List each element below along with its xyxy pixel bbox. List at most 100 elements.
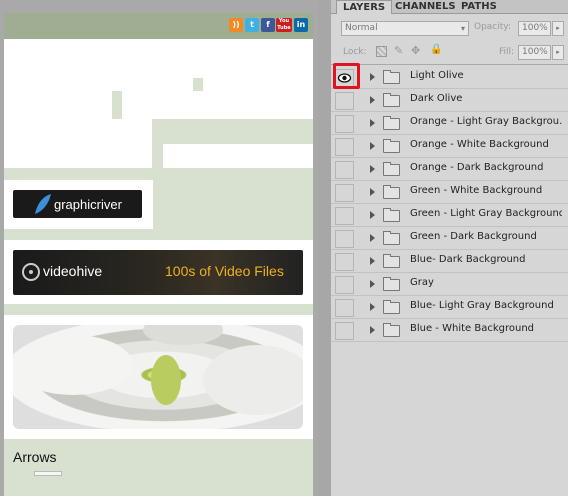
lock-transparent-icon[interactable]: [376, 46, 387, 57]
canvas-area: )) t f You Tube in graphicriver videohiv…: [0, 0, 318, 496]
header-block-left: [4, 78, 193, 91]
folder-icon: [383, 254, 400, 268]
lock-paint-icon[interactable]: ✎: [394, 44, 403, 57]
expand-arrow-icon[interactable]: [370, 119, 375, 127]
layer-name: Green - White Background: [410, 185, 543, 196]
linkedin-icon[interactable]: in: [294, 18, 308, 32]
layer-row[interactable]: Blue- Dark Background: [331, 250, 568, 273]
layer-name: Orange - Light Gray Backgrou...: [410, 116, 562, 127]
flower-image: [13, 325, 303, 429]
layer-visibility-toggle[interactable]: [335, 161, 354, 179]
layer-row[interactable]: Light Olive: [331, 66, 568, 89]
arrows-heading: Arrows: [13, 449, 57, 465]
opacity-label: Opacity:: [474, 22, 511, 32]
twitter-icon[interactable]: t: [245, 18, 259, 32]
opacity-slider-button[interactable]: ▸: [552, 21, 564, 36]
chevron-down-icon: ▾: [460, 24, 465, 33]
expand-arrow-icon[interactable]: [370, 280, 375, 288]
videohive-label: videohive: [43, 263, 103, 279]
layer-visibility-toggle[interactable]: [335, 322, 354, 340]
site-header-bar: )) t f You Tube in: [4, 13, 313, 39]
layer-name: Green - Dark Background: [410, 231, 537, 242]
layer-row[interactable]: Gray: [331, 273, 568, 296]
youtube-icon[interactable]: You Tube: [276, 18, 292, 32]
layer-name: Light Olive: [410, 70, 464, 81]
expand-arrow-icon[interactable]: [370, 142, 375, 150]
nav-block: [4, 119, 152, 168]
folder-icon: [383, 162, 400, 176]
opacity-field[interactable]: 100%: [518, 21, 551, 36]
layers-list: [331, 64, 568, 65]
flower-center: [151, 355, 181, 405]
arrows-bar: [34, 471, 62, 476]
fill-label: Fill:: [499, 47, 515, 57]
folder-icon: [383, 231, 400, 245]
panel-tabs: LAYERS CHANNELS PATHS: [331, 0, 568, 14]
layer-visibility-toggle[interactable]: [335, 230, 354, 248]
folder-icon: [383, 323, 400, 337]
film-reel-icon: [22, 263, 40, 281]
layer-row[interactable]: Green - White Background: [331, 181, 568, 204]
layer-visibility-toggle[interactable]: [335, 92, 354, 110]
layer-name: Dark Olive: [410, 93, 463, 104]
fill-field[interactable]: 100%: [518, 45, 551, 60]
expand-arrow-icon[interactable]: [370, 188, 375, 196]
tab-channels[interactable]: CHANNELS: [389, 0, 462, 13]
expand-arrow-icon[interactable]: [370, 326, 375, 334]
fill-slider-button[interactable]: ▸: [552, 45, 564, 60]
layer-row[interactable]: Blue - White Background: [331, 319, 568, 342]
rss-icon[interactable]: )): [229, 18, 243, 32]
header-block-right: [203, 78, 313, 91]
layer-visibility-toggle[interactable]: [335, 138, 354, 156]
visibility-highlight: [333, 63, 360, 89]
folder-icon: [383, 139, 400, 153]
lock-move-icon[interactable]: ✥: [411, 44, 420, 57]
layer-visibility-toggle[interactable]: [335, 207, 354, 225]
layer-row[interactable]: Orange - White Background: [331, 135, 568, 158]
petal: [203, 345, 303, 415]
layer-visibility-toggle[interactable]: [335, 115, 354, 133]
folder-icon: [383, 93, 400, 107]
blend-mode-select[interactable]: Normal ▾: [341, 21, 469, 36]
petal: [143, 325, 223, 345]
graphicriver-banner[interactable]: graphicriver: [13, 190, 142, 218]
tab-layers[interactable]: LAYERS: [336, 0, 393, 14]
expand-arrow-icon[interactable]: [370, 73, 375, 81]
expand-arrow-icon[interactable]: [370, 257, 375, 265]
folder-icon: [383, 208, 400, 222]
layer-row[interactable]: Blue- Light Gray Background: [331, 296, 568, 319]
layer-name: Green - Light Gray Background: [410, 208, 562, 219]
leaf-icon: [35, 194, 51, 214]
folder-icon: [383, 116, 400, 130]
folder-icon: [383, 300, 400, 314]
layer-row[interactable]: Orange - Light Gray Backgrou...: [331, 112, 568, 135]
layer-row[interactable]: Green - Light Gray Background: [331, 204, 568, 227]
videohive-banner[interactable]: videohive 100s of Video Files: [13, 250, 303, 295]
graphicriver-label: graphicriver: [54, 197, 122, 212]
website-preview: )) t f You Tube in graphicriver videohiv…: [4, 13, 313, 496]
lock-label: Lock:: [343, 47, 367, 57]
layer-name: Blue - White Background: [410, 323, 535, 334]
layer-name: Blue- Light Gray Background: [410, 300, 554, 311]
layer-visibility-toggle[interactable]: [335, 276, 354, 294]
layer-visibility-toggle[interactable]: [335, 253, 354, 271]
layer-row[interactable]: Dark Olive: [331, 89, 568, 112]
expand-arrow-icon[interactable]: [370, 96, 375, 104]
header-block-left: [4, 91, 112, 119]
videohive-tagline: 100s of Video Files: [165, 263, 284, 279]
layer-row[interactable]: Orange - Dark Background: [331, 158, 568, 181]
expand-arrow-icon[interactable]: [370, 165, 375, 173]
expand-arrow-icon[interactable]: [370, 211, 375, 219]
folder-icon: [383, 185, 400, 199]
lock-all-icon[interactable]: 🔒: [430, 44, 442, 55]
search-block: [163, 144, 313, 168]
facebook-icon[interactable]: f: [261, 18, 275, 32]
expand-arrow-icon[interactable]: [370, 234, 375, 242]
layer-visibility-toggle[interactable]: [335, 299, 354, 317]
fill-value: 100%: [522, 47, 548, 57]
header-block-middle: [122, 91, 313, 119]
layer-row[interactable]: Green - Dark Background: [331, 227, 568, 250]
layer-visibility-toggle[interactable]: [335, 184, 354, 202]
expand-arrow-icon[interactable]: [370, 303, 375, 311]
tab-paths[interactable]: PATHS: [455, 0, 503, 13]
